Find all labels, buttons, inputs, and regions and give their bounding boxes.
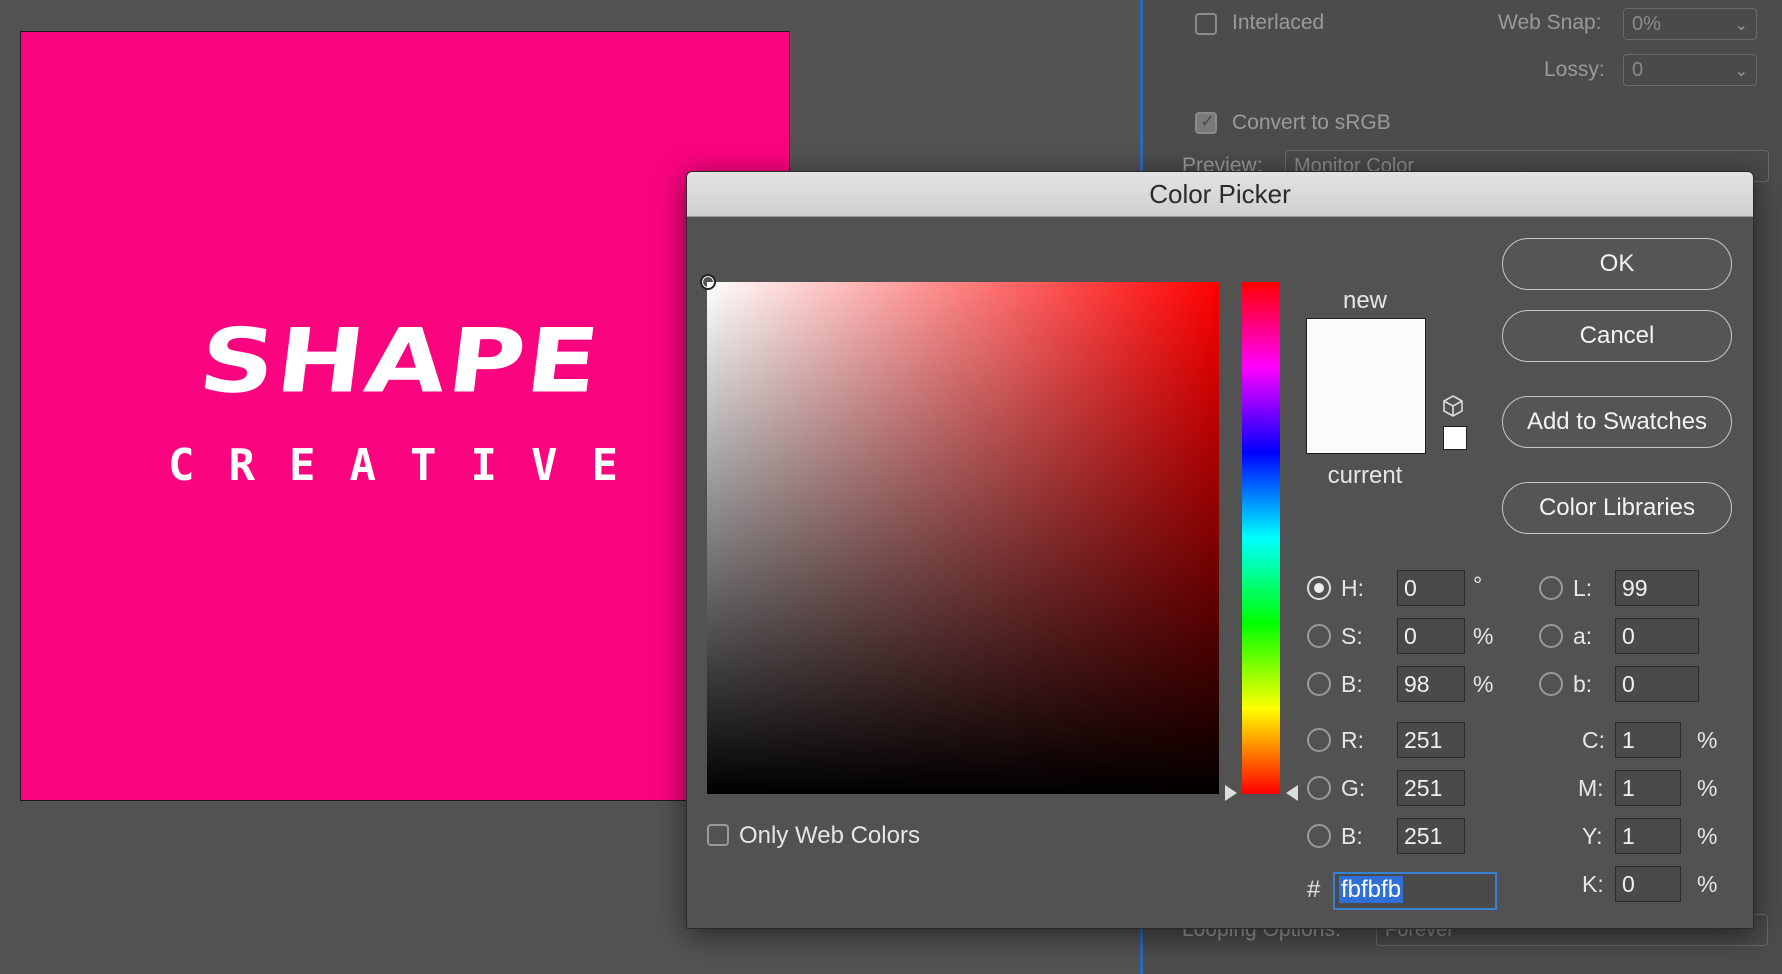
checkmark-icon: ✓ <box>1200 111 1216 131</box>
percent-unit: % <box>1697 775 1718 801</box>
artwork-canvas <box>20 31 790 801</box>
saturation-field[interactable]: 0 <box>1397 618 1465 654</box>
percent-unit: % <box>1473 623 1494 649</box>
magenta-label: M: <box>1578 775 1604 801</box>
cancel-button[interactable]: Cancel <box>1502 310 1732 362</box>
brightness-radio[interactable] <box>1307 672 1331 696</box>
new-color-swatch <box>1306 318 1426 386</box>
dialog-title[interactable]: Color Picker <box>687 172 1753 217</box>
saturation-radio[interactable] <box>1307 624 1331 648</box>
only-web-colors-label: Only Web Colors <box>739 822 920 849</box>
green-field[interactable]: 251 <box>1397 770 1465 806</box>
lab-a-field[interactable]: 0 <box>1615 618 1699 654</box>
percent-unit: % <box>1473 671 1494 697</box>
lab-l-field[interactable]: 99 <box>1615 570 1699 606</box>
lab-b-radio[interactable] <box>1539 672 1563 696</box>
chevron-down-icon: ⌄ <box>1734 63 1748 80</box>
color-picker-dialog: Color Picker new current OK Cancel Add t… <box>686 171 1754 929</box>
hue-slider-right-arrow-icon[interactable] <box>1286 785 1298 801</box>
ok-button[interactable]: OK <box>1502 238 1732 290</box>
brightness-field[interactable]: 98 <box>1397 666 1465 702</box>
new-color-label: new <box>1342 287 1388 314</box>
logo-main-text: SHAPE <box>193 309 607 413</box>
lossy-value: 0 <box>1632 59 1644 81</box>
out-of-gamut-cube-icon[interactable] <box>1441 394 1465 418</box>
red-field[interactable]: 251 <box>1397 722 1465 758</box>
red-radio[interactable] <box>1307 728 1331 752</box>
color-field-marker[interactable] <box>700 274 716 290</box>
green-label: G: <box>1341 775 1366 801</box>
hex-input[interactable]: fbfbfb <box>1333 872 1497 910</box>
current-color-swatch[interactable] <box>1306 386 1426 454</box>
current-color-label: current <box>1327 462 1403 489</box>
black-label: K: <box>1582 871 1604 897</box>
blue-label: B: <box>1341 823 1363 849</box>
lab-l-label: L: <box>1573 575 1593 601</box>
interlaced-label: Interlaced <box>1232 11 1325 34</box>
cyan-label: C: <box>1582 727 1605 753</box>
black-field[interactable]: 0 <box>1615 866 1681 902</box>
web-snap-value: 0% <box>1632 13 1661 35</box>
degree-unit: ° <box>1473 572 1483 598</box>
red-label: R: <box>1341 727 1364 753</box>
blue-field[interactable]: 251 <box>1397 818 1465 854</box>
add-to-swatches-button[interactable]: Add to Swatches <box>1502 396 1732 448</box>
hue-field[interactable]: 0 <box>1397 570 1465 606</box>
hue-radio[interactable] <box>1307 576 1331 600</box>
web-snap-label: Web Snap: <box>1498 11 1602 34</box>
chevron-down-icon: ⌄ <box>1734 17 1748 34</box>
convert-srgb-checkbox[interactable]: ✓ <box>1195 111 1217 134</box>
web-safe-color-swatch[interactable] <box>1443 426 1467 450</box>
cyan-field[interactable]: 1 <box>1615 722 1681 758</box>
lab-b-label: b: <box>1573 671 1593 697</box>
lab-a-radio[interactable] <box>1539 624 1563 648</box>
logo-sub-text: CREATIVE <box>168 440 652 491</box>
percent-unit: % <box>1697 727 1718 753</box>
lab-a-label: a: <box>1573 623 1593 649</box>
brightness-label: B: <box>1341 671 1363 697</box>
interlaced-checkbox[interactable] <box>1195 13 1217 35</box>
green-radio[interactable] <box>1307 776 1331 800</box>
convert-srgb-label: Convert to sRGB <box>1232 111 1391 134</box>
hue-label: H: <box>1341 575 1364 601</box>
only-web-colors-checkbox[interactable] <box>707 824 729 846</box>
lossy-label: Lossy: <box>1544 58 1605 81</box>
hex-value-selected: fbfbfb <box>1339 876 1404 903</box>
lossy-select[interactable]: 0 ⌄ <box>1623 54 1757 86</box>
lab-b-field[interactable]: 0 <box>1615 666 1699 702</box>
percent-unit: % <box>1697 871 1718 897</box>
saturation-brightness-field[interactable] <box>707 282 1219 794</box>
saturation-label: S: <box>1341 623 1363 649</box>
blue-radio[interactable] <box>1307 824 1331 848</box>
hex-hash-label: # <box>1307 876 1321 903</box>
yellow-label: Y: <box>1582 823 1603 849</box>
yellow-field[interactable]: 1 <box>1615 818 1681 854</box>
hue-slider[interactable] <box>1242 282 1280 794</box>
hue-slider-left-arrow-icon[interactable] <box>1225 785 1237 801</box>
color-libraries-button[interactable]: Color Libraries <box>1502 482 1732 534</box>
web-snap-select[interactable]: 0% ⌄ <box>1623 8 1757 40</box>
percent-unit: % <box>1697 823 1718 849</box>
lab-l-radio[interactable] <box>1539 576 1563 600</box>
magenta-field[interactable]: 1 <box>1615 770 1681 806</box>
